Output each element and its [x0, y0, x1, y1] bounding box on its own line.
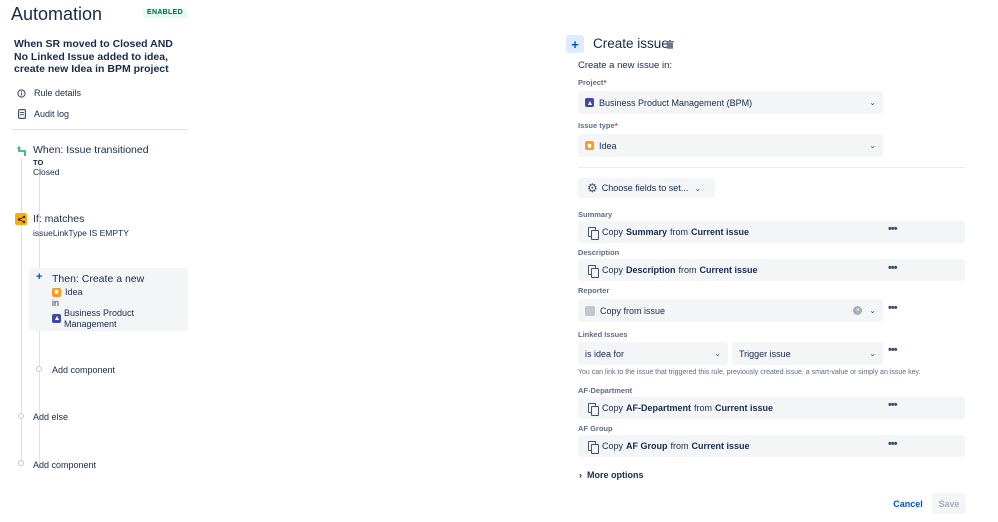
add-component-outer-button[interactable]: Add component	[33, 460, 96, 470]
linked-issues-label: Linked Issues	[578, 330, 628, 339]
copy-icon	[588, 440, 599, 454]
avatar	[585, 305, 595, 316]
summary-field[interactable]: Copy Summary from Current issue	[578, 221, 965, 243]
idea-icon	[52, 287, 61, 297]
more-icon[interactable]: •••	[888, 399, 898, 411]
copy-icon	[588, 264, 599, 278]
choose-fields-button[interactable]: ⚙ Choose fields to set... ⌄	[578, 178, 715, 198]
add-dot	[18, 460, 24, 466]
project-value: Business Product Management (BPM)	[599, 97, 753, 108]
link-type-select[interactable]: is idea for ⌄	[578, 342, 728, 365]
chevron-down-icon: ⌄	[869, 306, 876, 315]
action-project: Business Product Management	[64, 308, 135, 329]
summary-label: Summary	[578, 210, 613, 219]
more-icon[interactable]: •••	[888, 344, 898, 356]
chevron-down-icon: ⌄	[714, 349, 721, 358]
status-badge[interactable]: ENABLED	[143, 8, 187, 18]
af-department-field[interactable]: Copy AF-Department from Current issue	[578, 397, 965, 419]
issue-type-select[interactable]: Idea ⌄	[578, 134, 883, 157]
condition-step[interactable]: If: matches issueLinkType IS EMPTY	[33, 213, 183, 238]
document-icon	[17, 109, 26, 119]
link-type-value: is idea for	[585, 348, 625, 359]
divider	[578, 167, 965, 168]
page-title: Automation	[11, 4, 103, 24]
chevron-down-icon: ⌄	[869, 98, 876, 107]
nav-label: Audit log	[34, 109, 70, 119]
reporter-value: Copy from issue	[600, 305, 666, 316]
copy-icon	[588, 402, 599, 416]
trigger-to-value: Closed	[33, 167, 60, 177]
issue-type-label: Issue type*	[578, 121, 618, 130]
idea-icon	[585, 141, 594, 150]
info-icon	[17, 88, 26, 98]
af-group-field[interactable]: Copy AF Group from Current issue	[578, 435, 965, 457]
chevron-down-icon: ⌄	[869, 349, 876, 358]
more-icon[interactable]: •••	[888, 223, 898, 235]
trash-icon[interactable]	[666, 40, 674, 52]
save-button[interactable]: Save	[932, 493, 966, 514]
description-label: Description	[578, 248, 620, 257]
more-icon[interactable]: •••	[888, 438, 898, 450]
condition-icon	[15, 213, 27, 225]
add-dot	[18, 413, 24, 419]
trigger-title: When: Issue transitioned	[33, 144, 149, 156]
linked-issues-help: You can link to the issue that triggered…	[578, 369, 921, 376]
clear-icon[interactable]: ×	[853, 306, 863, 315]
link-target-value: Trigger issue	[739, 348, 791, 359]
project-label: Project*	[578, 78, 607, 87]
chevron-down-icon: ⌄	[694, 183, 702, 193]
more-options-toggle[interactable]: › More options	[579, 470, 644, 480]
action-in-label: in	[52, 298, 60, 308]
link-target-select[interactable]: Trigger issue ⌄	[732, 342, 883, 365]
more-icon[interactable]: •••	[888, 262, 898, 274]
af-group-label: AF Group	[578, 424, 613, 433]
add-else-button[interactable]: Add else	[33, 412, 68, 422]
project-select[interactable]: Business Product Management (BPM) ⌄	[578, 91, 883, 114]
af-department-label: AF-Department	[578, 386, 633, 395]
chevron-down-icon: ⌄	[869, 141, 876, 150]
cancel-button[interactable]: Cancel	[887, 495, 929, 513]
description-field[interactable]: Copy Description from Current issue	[578, 259, 965, 281]
nav-label: Rule details	[34, 88, 82, 98]
choose-fields-label: Choose fields to set...	[601, 183, 689, 193]
panel-subtitle: Create a new issue in:	[578, 60, 672, 71]
trigger-icon	[16, 145, 28, 157]
gear-icon: ⚙	[587, 181, 598, 195]
rule-name: When SR moved to Closed AND No Linked Is…	[14, 38, 173, 75]
reporter-label: Reporter	[578, 286, 610, 295]
issue-type-value: Idea	[599, 140, 617, 151]
action-issue-type: Idea	[52, 287, 83, 297]
copy-icon	[588, 226, 599, 240]
trigger-to-label: TO	[33, 158, 44, 167]
add-dot	[36, 366, 42, 372]
divider	[11, 129, 188, 130]
chevron-right-icon: ›	[579, 470, 582, 480]
more-icon[interactable]: •••	[888, 302, 898, 314]
project-icon	[52, 313, 61, 324]
plus-icon: +	[566, 35, 584, 53]
nav-audit-log[interactable]: Audit log	[17, 107, 69, 121]
nav-rule-details[interactable]: Rule details	[17, 86, 81, 100]
add-component-inner-button[interactable]: Add component	[52, 365, 115, 375]
condition-detail: issueLinkType IS EMPTY	[33, 228, 129, 238]
more-options-label: More options	[587, 470, 644, 480]
condition-title: If: matches	[33, 213, 85, 225]
action-title: Then: Create a new	[52, 273, 145, 285]
project-icon	[585, 98, 594, 107]
action-issue-type-label: Idea	[65, 287, 83, 297]
reporter-select[interactable]: Copy from issue × ⌄	[578, 299, 883, 322]
panel-title: Create issue	[593, 36, 669, 51]
plus-icon: +	[36, 271, 43, 283]
trigger-step[interactable]: When: Issue transitioned TO Closed	[33, 144, 183, 177]
